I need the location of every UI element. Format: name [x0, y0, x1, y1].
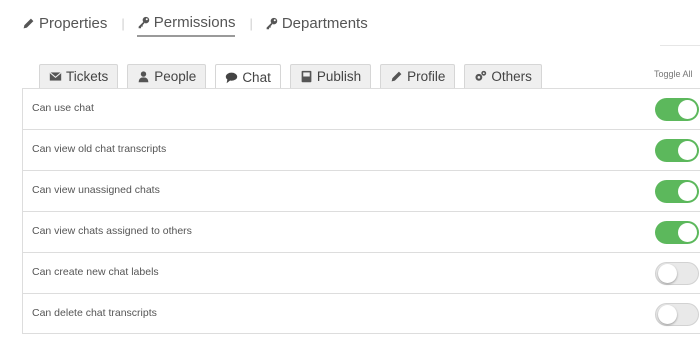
tab-tickets[interactable]: Tickets	[39, 64, 119, 88]
tab-profile[interactable]: Profile	[380, 64, 456, 88]
permission-toggle[interactable]	[655, 303, 699, 326]
nav-separator: |	[121, 15, 125, 31]
permission-row: Can view chats assigned to others	[22, 211, 700, 252]
toggle-knob	[678, 100, 697, 119]
pencil-icon	[23, 18, 34, 28]
permission-label: Can view unassigned chats	[32, 184, 160, 196]
permission-row: Can use chat	[22, 88, 700, 129]
tab-publish-label: Publish	[316, 69, 362, 84]
nav-permissions[interactable]: Permissions	[136, 13, 236, 37]
permission-list: Can use chat Can view old chat transcrip…	[22, 88, 700, 334]
permission-label: Can use chat	[32, 102, 94, 114]
tab-chat-label: Chat	[242, 69, 271, 85]
tab-people-label: People	[154, 69, 197, 84]
nav-properties[interactable]: Properties	[22, 15, 107, 36]
toggle-knob	[678, 141, 697, 160]
toggle-knob	[658, 264, 677, 283]
tab-publish[interactable]: Publish	[289, 64, 372, 88]
permission-label: Can delete chat transcripts	[32, 307, 157, 319]
nav-departments-label: Departments	[281, 14, 368, 32]
divider	[660, 45, 700, 46]
toggle-knob	[658, 305, 677, 324]
key-icon	[266, 17, 278, 29]
nav-separator: |	[249, 15, 253, 31]
chat-bubble-icon	[226, 72, 238, 83]
permission-row: Can view unassigned chats	[22, 170, 700, 211]
permission-row: Can delete chat transcripts	[22, 293, 700, 334]
permission-tabs: Tickets People Chat Publish Profile Othe…	[39, 64, 551, 89]
permission-toggle[interactable]	[655, 139, 699, 162]
book-icon	[301, 70, 312, 83]
toggle-knob	[678, 223, 697, 242]
permission-toggle[interactable]	[655, 98, 699, 121]
permission-toggle[interactable]	[655, 180, 699, 203]
permission-toggle[interactable]	[655, 221, 699, 244]
toggle-all-link[interactable]: Toggle All	[654, 69, 693, 79]
tab-others-label: Others	[491, 69, 532, 84]
key-icon	[138, 16, 149, 28]
permission-label: Can view chats assigned to others	[32, 225, 192, 237]
permission-label: Can view old chat transcripts	[32, 143, 167, 155]
nav-permissions-label: Permissions	[153, 13, 236, 31]
pencil-icon	[391, 71, 402, 82]
permission-row: Can create new chat labels	[22, 252, 700, 293]
toggle-knob	[678, 182, 697, 201]
top-nav: Properties | Permissions | Departments	[22, 12, 368, 38]
permission-label: Can create new chat labels	[32, 266, 159, 278]
tab-profile-label: Profile	[407, 69, 446, 84]
tab-chat[interactable]: Chat	[215, 64, 281, 89]
nav-properties-label: Properties	[39, 14, 108, 32]
permission-toggle[interactable]	[655, 262, 699, 285]
envelope-icon	[49, 72, 62, 81]
tab-tickets-label: Tickets	[66, 69, 109, 84]
gears-icon	[475, 70, 487, 81]
tab-people[interactable]: People	[127, 64, 207, 88]
tab-others[interactable]: Others	[464, 64, 542, 88]
permission-row: Can view old chat transcripts	[22, 129, 700, 170]
nav-departments[interactable]: Departments	[265, 15, 368, 36]
user-icon	[138, 71, 149, 83]
